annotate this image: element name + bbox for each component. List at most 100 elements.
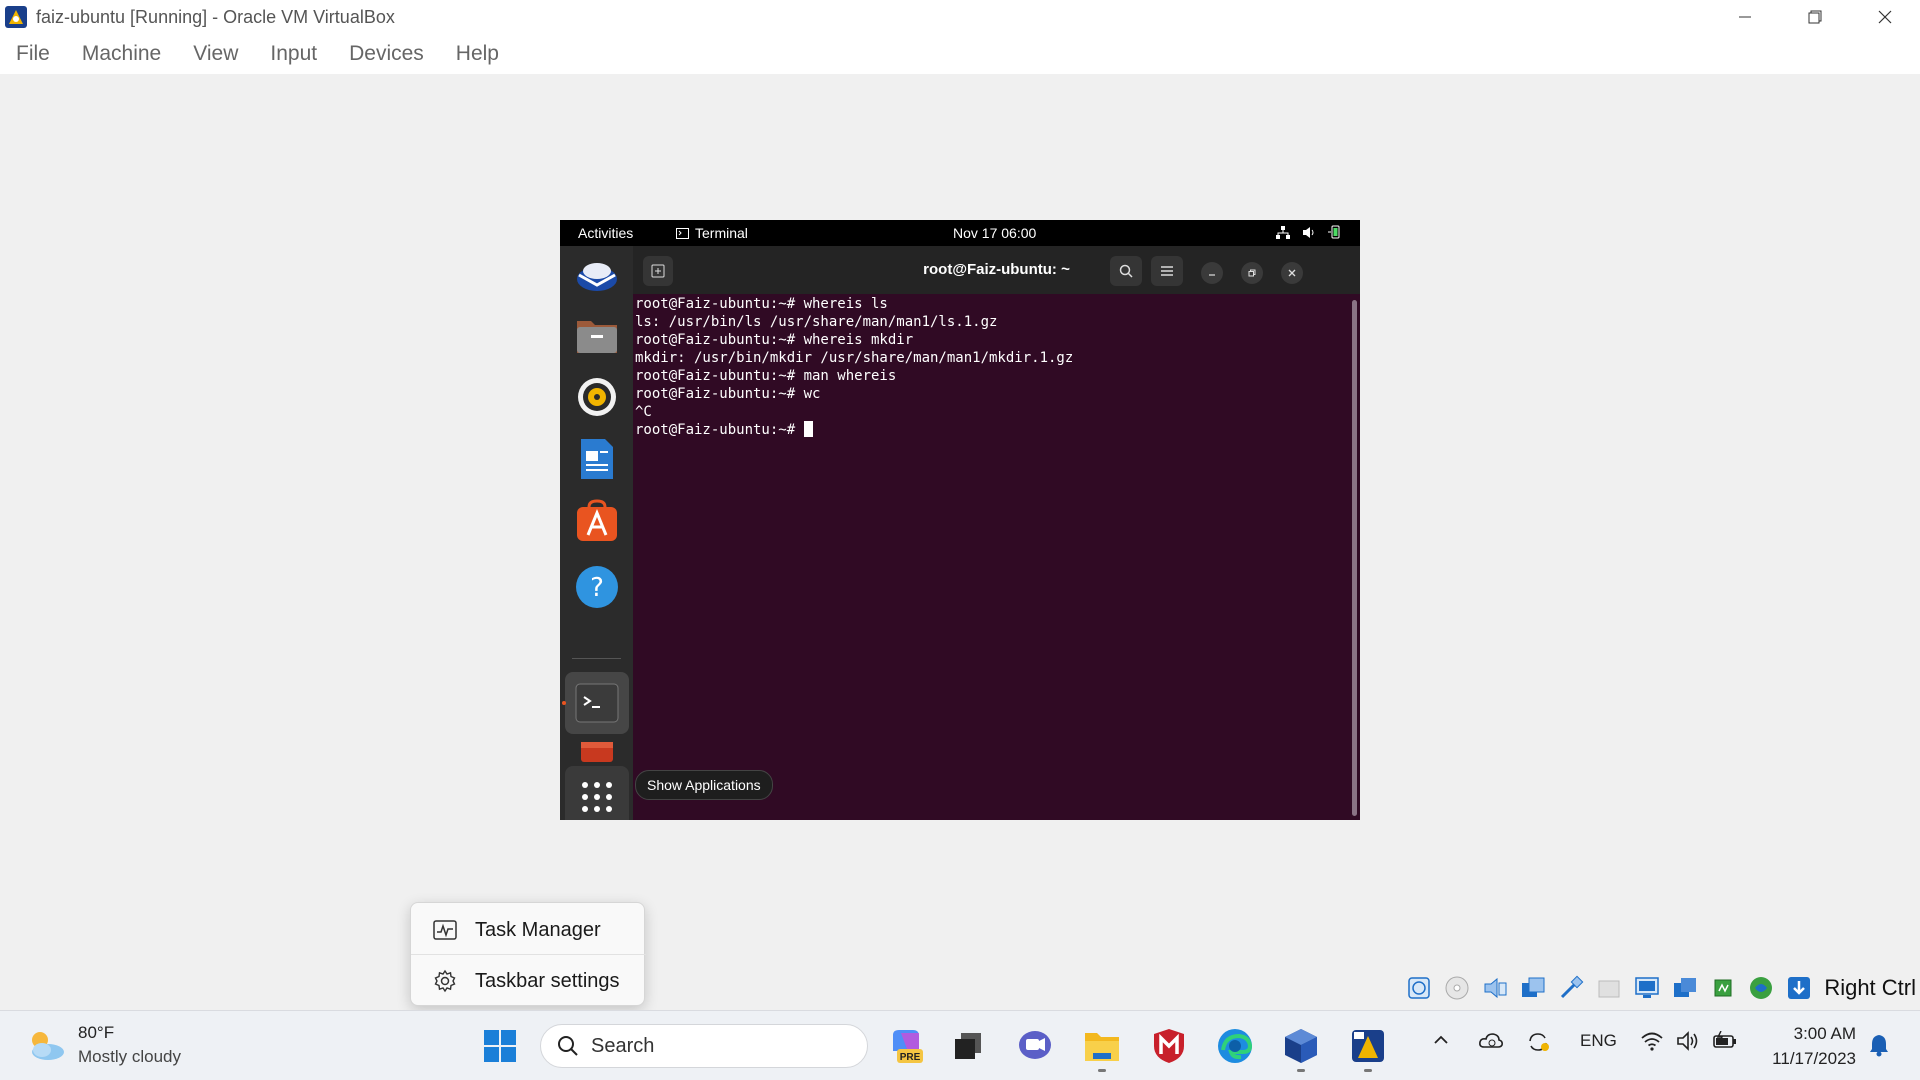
menu-machine[interactable]: Machine — [82, 42, 161, 66]
status-display[interactable] — [1632, 973, 1662, 1003]
status-shared-folders[interactable] — [1594, 973, 1624, 1003]
battery-icon — [1328, 225, 1340, 239]
status-hard-disk[interactable] — [1404, 973, 1434, 1003]
search-icon — [1119, 264, 1133, 278]
sync-icon — [1529, 1033, 1549, 1051]
dock-separator — [572, 658, 621, 659]
taskbar-virtualbox[interactable] — [1348, 1026, 1388, 1072]
wifi-icon — [1641, 1032, 1663, 1051]
pre-badge-text: PRE — [900, 1052, 921, 1063]
dock-writer[interactable] — [574, 436, 620, 482]
task-view-icon — [955, 1033, 981, 1059]
taskbar-search[interactable]: Search — [540, 1024, 868, 1068]
app-menu[interactable]: Terminal — [676, 225, 748, 241]
terminal-menu-button[interactable] — [1151, 256, 1183, 286]
taskbar-mcafee[interactable] — [1149, 1026, 1189, 1066]
minimize-button[interactable] — [1710, 0, 1780, 34]
help-icon: ? — [576, 566, 618, 608]
tray-sync[interactable] — [1526, 1031, 1550, 1058]
optical-disk-icon — [1445, 976, 1469, 1000]
battery-charging-icon — [1713, 1030, 1736, 1048]
terminal-headerbar: root@Faiz-ubuntu: ~ — [633, 246, 1360, 294]
weather-condition: Mostly cloudy — [78, 1047, 181, 1066]
gnome-clock[interactable]: Nov 17 06:00 — [953, 225, 1036, 241]
ubuntu-software-icon — [577, 499, 617, 541]
gnome-system-tray[interactable] — [1276, 225, 1342, 239]
menu-item-taskbar-settings[interactable]: Taskbar settings — [411, 956, 646, 1006]
status-mouse-integration[interactable] — [1746, 973, 1776, 1003]
menu-devices[interactable]: Devices — [349, 42, 424, 66]
terminal-line: root@Faiz-ubuntu:~# wc — [635, 386, 821, 402]
dock-software[interactable] — [574, 498, 620, 544]
dock-files[interactable] — [574, 312, 620, 358]
taskbar-task-view[interactable] — [948, 1026, 988, 1066]
terminal-line: ^C — [635, 404, 652, 420]
close-icon — [1878, 10, 1892, 24]
terminal-cursor — [803, 421, 813, 437]
terminal-close-button[interactable] — [1281, 262, 1303, 284]
menu-help[interactable]: Help — [456, 42, 499, 66]
status-audio[interactable] — [1480, 973, 1510, 1003]
taskbar-chat[interactable] — [1015, 1026, 1055, 1066]
window-title: faiz-ubuntu [Running] - Oracle VM Virtua… — [36, 6, 395, 27]
menu-input[interactable]: Input — [270, 42, 317, 66]
tray-onedrive[interactable] — [1478, 1031, 1504, 1056]
gnome-top-bar: Activities Terminal Nov 17 06:00 — [560, 220, 1360, 246]
close-button[interactable] — [1850, 0, 1920, 34]
terminal-output[interactable]: root@Faiz-ubuntu:~# whereis ls ls: /usr/b… — [635, 295, 1350, 815]
menu-view[interactable]: View — [193, 42, 238, 66]
terminal-minimize-button[interactable] — [1201, 262, 1223, 284]
notifications-button[interactable] — [1868, 1033, 1890, 1062]
menu-file[interactable]: File — [16, 42, 50, 66]
taskbar-context-menu: Task Manager Taskbar settings — [410, 902, 646, 1006]
tray-battery[interactable] — [1712, 1030, 1738, 1056]
hamburger-icon — [1161, 266, 1173, 276]
dock-thunderbird[interactable] — [574, 254, 620, 300]
dock-help[interactable]: ? — [574, 564, 620, 610]
minimize-icon — [1209, 274, 1215, 276]
dock-rhythmbox[interactable] — [574, 374, 620, 420]
terminal-line: root@Faiz-ubuntu:~# whereis ls — [635, 296, 888, 312]
status-usb[interactable] — [1556, 973, 1586, 1003]
status-optical-drive[interactable] — [1442, 973, 1472, 1003]
taskbar-copilot[interactable]: PRE — [886, 1026, 926, 1066]
start-button[interactable] — [480, 1026, 520, 1066]
usb-icon — [1561, 975, 1584, 999]
recording-icon — [1674, 978, 1697, 997]
host-key-label[interactable]: Right Ctrl — [1824, 975, 1916, 1001]
terminal-scrollbar[interactable] — [1352, 300, 1357, 816]
tray-clock[interactable]: 3:00 AM 11/17/2023 — [1750, 1021, 1856, 1071]
search-placeholder: Search — [591, 1034, 655, 1057]
svg-text:?: ? — [590, 573, 604, 603]
terminal-line: root@Faiz-ubuntu:~# man whereis — [635, 368, 897, 384]
status-keyboard-capture[interactable] — [1784, 973, 1814, 1003]
network-icon — [1276, 225, 1290, 239]
taskbar-file-explorer[interactable] — [1082, 1026, 1122, 1072]
cpu-icon — [1714, 979, 1732, 997]
tray-language[interactable]: ENG — [1580, 1031, 1617, 1051]
shared-folder-icon — [1598, 980, 1620, 998]
status-network[interactable] — [1518, 973, 1548, 1003]
dock-terminal[interactable] — [565, 672, 629, 734]
terminal-line: mkdir: /usr/bin/mkdir /usr/share/man/man… — [635, 350, 1074, 366]
taskbar-edge[interactable] — [1215, 1026, 1255, 1066]
windows-taskbar: 80°F Mostly cloudy Search PRE ENG 3:00 A… — [0, 1010, 1920, 1080]
status-recording[interactable] — [1670, 973, 1700, 1003]
weather-widget[interactable]: 80°F Mostly cloudy — [26, 1023, 181, 1067]
vm-display[interactable]: Activities Terminal Nov 17 06:00 ? root@… — [560, 220, 1360, 820]
show-applications-button[interactable] — [565, 766, 629, 820]
activities-button[interactable]: Activities — [578, 225, 633, 241]
terminal-search-button[interactable] — [1110, 256, 1142, 286]
tray-volume[interactable] — [1676, 1031, 1700, 1056]
terminal-restore-button[interactable] — [1241, 262, 1263, 284]
restore-button[interactable] — [1780, 0, 1850, 34]
dock-trash[interactable] — [574, 740, 620, 762]
tray-wifi[interactable] — [1640, 1031, 1664, 1056]
tray-overflow-button[interactable] — [1432, 1031, 1450, 1054]
libreoffice-writer-icon — [581, 439, 613, 479]
menu-item-task-manager[interactable]: Task Manager — [411, 905, 646, 955]
restore-icon — [1808, 10, 1822, 24]
display-icon — [1635, 977, 1660, 998]
taskbar-vmware[interactable] — [1281, 1026, 1321, 1072]
status-cpu[interactable] — [1708, 973, 1738, 1003]
